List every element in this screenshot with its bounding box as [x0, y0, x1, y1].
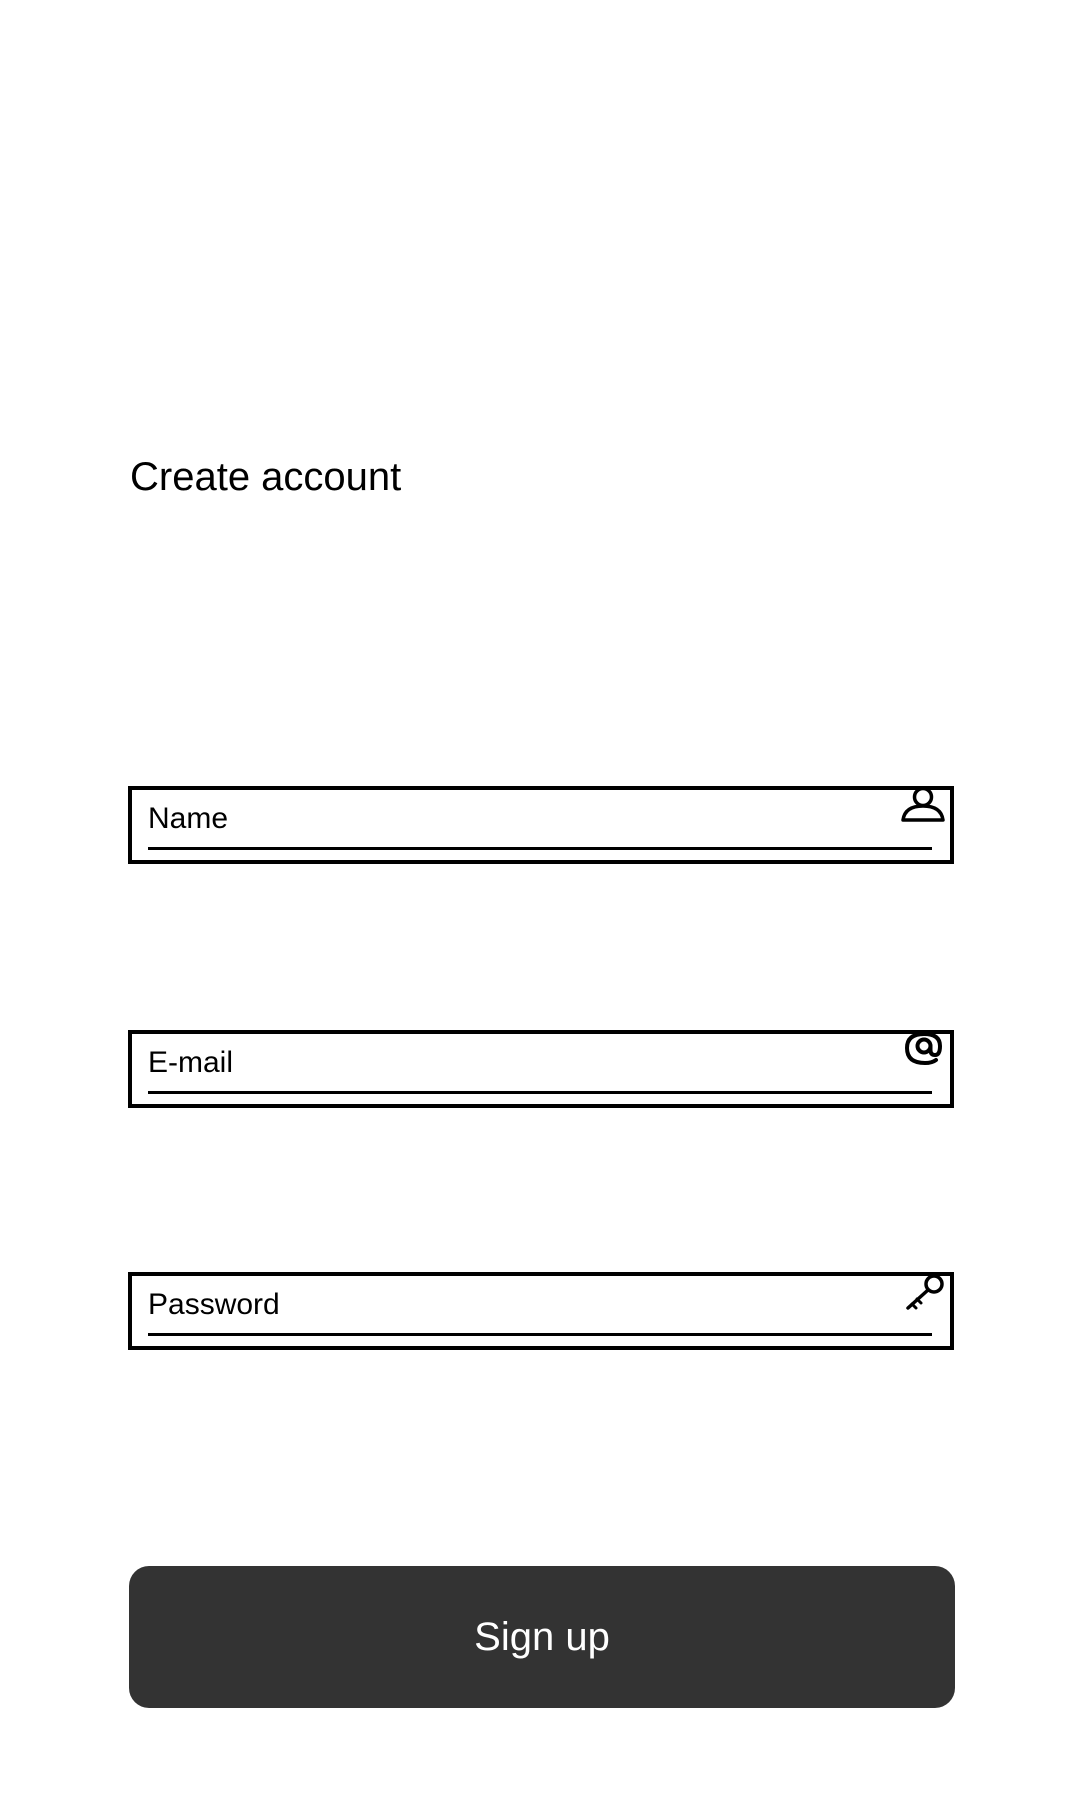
at-sign-icon: [898, 1030, 948, 1070]
signup-button[interactable]: Sign up: [129, 1566, 955, 1708]
person-icon: [898, 786, 948, 826]
password-field[interactable]: [128, 1272, 954, 1350]
email-field[interactable]: [128, 1030, 954, 1108]
name-input[interactable]: [148, 790, 932, 850]
key-icon: [898, 1272, 948, 1312]
email-input[interactable]: [148, 1034, 932, 1094]
name-field[interactable]: [128, 786, 954, 864]
password-input[interactable]: [148, 1276, 932, 1336]
page-title: Create account: [130, 455, 402, 499]
